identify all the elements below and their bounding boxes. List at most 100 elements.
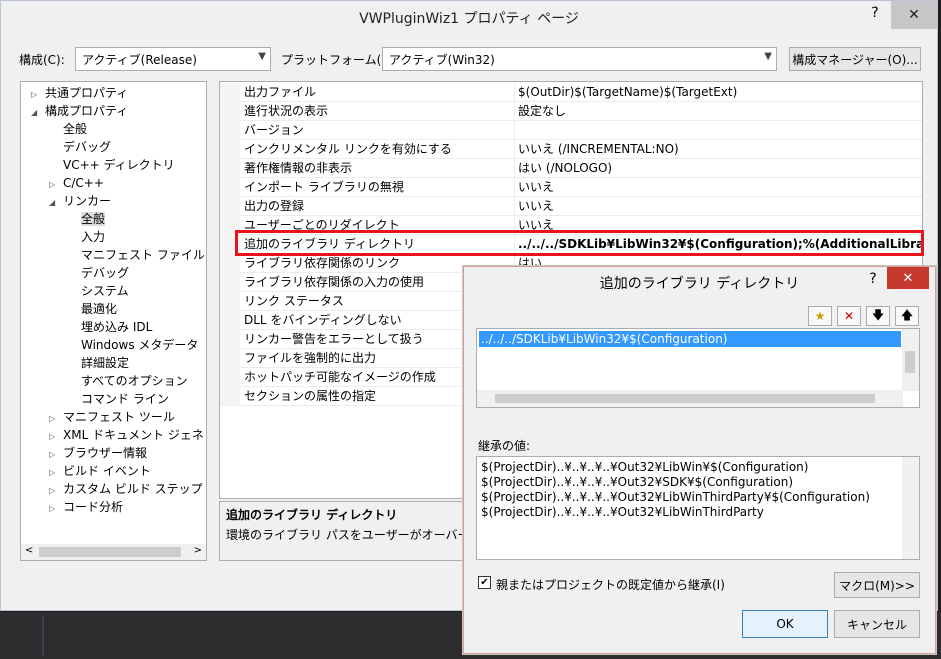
column-separator <box>514 140 515 159</box>
tree-item-label: カスタム ビルド ステップ <box>63 482 203 496</box>
expander-icon[interactable]: ◢ <box>31 104 45 122</box>
description-title: 追加のライブラリ ディレクトリ <box>226 508 398 522</box>
property-name: 著作権情報の非表示 <box>244 161 353 175</box>
tree-item[interactable]: マニフェスト ファイル <box>67 246 205 264</box>
property-value[interactable]: はい (/NOLOGO) <box>518 159 612 177</box>
tree-item[interactable]: ▷ ブラウザー情報 <box>49 444 147 462</box>
property-row[interactable]: インクリメンタル リンクを有効にする いいえ (/INCREMENTAL:NO) <box>220 140 922 159</box>
scroll-thumb[interactable] <box>495 394 875 403</box>
tree-item[interactable]: VC++ ディレクトリ <box>49 156 175 174</box>
property-row[interactable]: バージョン <box>220 121 922 140</box>
tree-item[interactable]: デバッグ <box>67 264 129 282</box>
description-text: 環境のライブラリ パスをユーザーがオーバーライドでき <box>226 528 530 542</box>
chevron-down-icon: ▼ <box>764 51 772 62</box>
horizontal-scrollbar[interactable] <box>477 390 903 407</box>
property-name: 出力の登録 <box>244 199 305 213</box>
inherited-value: $(ProjectDir)..¥..¥..¥..¥Out32¥LibWinThi… <box>481 490 870 504</box>
tree-item[interactable]: システム <box>67 282 129 300</box>
scroll-thumb[interactable] <box>39 547 181 557</box>
tree-item-label: コード分析 <box>63 500 124 514</box>
tree-item-label: 最適化 <box>81 302 118 316</box>
dialog-help-icon[interactable]: ? <box>863 271 883 287</box>
vertical-scrollbar[interactable] <box>902 457 919 559</box>
tree-item[interactable]: ▷ マニフェスト ツール <box>49 408 175 426</box>
vertical-scrollbar[interactable] <box>902 329 919 391</box>
tree-item[interactable]: ◢ 構成プロパティ <box>31 102 128 120</box>
property-row[interactable]: 著作権情報の非表示 はい (/NOLOGO) <box>220 159 922 178</box>
tree-item[interactable]: 埋め込み IDL <box>67 318 152 336</box>
tree-item[interactable]: デバッグ <box>49 138 111 156</box>
property-value[interactable]: 設定なし <box>518 102 566 120</box>
scroll-left-icon[interactable]: < <box>25 545 33 556</box>
tree-item[interactable]: Windows メタデータ <box>67 336 198 354</box>
property-value[interactable]: いいえ (/INCREMENTAL:NO) <box>518 140 679 158</box>
cancel-button[interactable]: キャンセル <box>834 610 920 638</box>
property-value[interactable]: いいえ <box>518 178 554 196</box>
property-name: ライブラリ依存関係のリンク <box>244 256 401 270</box>
tree-item-label: Windows メタデータ <box>81 338 199 352</box>
config-manager-button[interactable]: 構成マネージャー(O)... <box>789 47 921 71</box>
tree-item[interactable]: 入力 <box>67 228 105 246</box>
expander-icon[interactable]: ◢ <box>49 194 63 212</box>
row-gutter <box>220 159 240 178</box>
property-name: セクションの属性の指定 <box>244 389 377 403</box>
property-row[interactable]: インポート ライブラリの無視 いいえ <box>220 178 922 197</box>
tree-item-label: マニフェスト ファイル <box>81 248 205 262</box>
property-name: 出力ファイル <box>244 85 317 99</box>
row-gutter <box>220 311 240 330</box>
ok-button[interactable]: OK <box>742 610 828 638</box>
tree-item[interactable]: ▷XML ドキュメント ジェネレータ <box>49 426 206 444</box>
property-name: DLL をバインディングしない <box>244 313 402 327</box>
column-separator <box>514 102 515 121</box>
tree-item[interactable]: ◢ リンカー <box>49 192 111 210</box>
property-name: インポート ライブラリの無視 <box>244 180 404 194</box>
tree-horizontal-scrollbar[interactable]: < > <box>21 544 206 560</box>
row-gutter <box>220 273 240 292</box>
tree-item-label: 共通プロパティ <box>45 86 129 100</box>
tree-item[interactable]: 最適化 <box>67 300 117 318</box>
column-separator <box>514 197 515 216</box>
chevron-down-icon: ▼ <box>258 51 266 62</box>
property-tree: ▷ 共通プロパティ ◢ 構成プロパティ 全般 デバッグ VC++ ディレクトリ ▷ C/C++ ◢… <box>20 81 207 561</box>
platform-combo[interactable]: アクティブ(Win32) ▼ <box>382 47 777 71</box>
scroll-thumb[interactable] <box>905 351 915 373</box>
inherit-checkbox[interactable]: ✔ <box>478 576 491 589</box>
delete-icon[interactable]: ✕ <box>837 306 861 326</box>
row-gutter <box>220 102 240 121</box>
tree-item[interactable]: 全般 <box>67 210 106 228</box>
property-value[interactable]: $(OutDir)$(TargetName)$(TargetExt) <box>518 83 737 101</box>
row-gutter <box>220 140 240 159</box>
row-gutter <box>220 83 240 102</box>
dialog-close-button[interactable]: ✕ <box>887 267 929 289</box>
tree-item[interactable]: ▷ カスタム ビルド ステップ <box>49 480 203 498</box>
property-row[interactable]: 進行状況の表示 設定なし <box>220 102 922 121</box>
directory-entry[interactable]: ../../../SDKLib¥LibWin32¥$(Configuration… <box>479 331 901 347</box>
close-button[interactable]: ✕ <box>891 1 937 29</box>
tree-item[interactable]: ▷ 共通プロパティ <box>31 84 128 102</box>
macro-button[interactable]: マクロ(M)>> <box>834 572 920 598</box>
tree-item[interactable]: すべてのオプション <box>67 372 188 390</box>
tree-item[interactable]: 全般 <box>49 120 87 138</box>
new-line-icon[interactable]: ★ <box>808 306 832 326</box>
tree-item[interactable]: ▷ C/C++ <box>49 174 104 192</box>
help-icon[interactable]: ? <box>865 5 885 21</box>
inherited-value: $(ProjectDir)..¥..¥..¥..¥Out32¥SDK¥$(Con… <box>481 475 794 489</box>
property-value[interactable]: いいえ <box>518 197 554 215</box>
tree-item[interactable]: 詳細設定 <box>67 354 129 372</box>
tree-item[interactable]: ▷ コード分析 <box>49 498 123 516</box>
config-label: 構成(C): <box>19 53 65 67</box>
move-down-icon[interactable]: 🡇 <box>866 306 890 326</box>
property-row[interactable]: 出力ファイル $(OutDir)$(TargetName)$(TargetExt) <box>220 83 922 102</box>
move-up-icon[interactable]: 🡅 <box>895 306 919 326</box>
tree-item[interactable]: コマンド ライン <box>67 390 169 408</box>
tree-item-label: マニフェスト ツール <box>63 410 175 424</box>
scroll-right-icon[interactable]: > <box>194 545 202 556</box>
directory-list[interactable]: ../../../SDKLib¥LibWin32¥$(Configuration… <box>476 328 920 408</box>
description-panel: 追加のライブラリ ディレクトリ 環境のライブラリ パスをユーザーがオーバーライド… <box>219 501 530 561</box>
property-row[interactable]: 出力の登録 いいえ <box>220 197 922 216</box>
config-combo[interactable]: アクティブ(Release) ▼ <box>75 47 271 71</box>
row-gutter <box>220 254 240 273</box>
tree-item[interactable]: ▷ ビルド イベント <box>49 462 151 480</box>
tree-item-label: 埋め込み IDL <box>81 320 153 334</box>
expander-icon[interactable]: ▷ <box>49 500 63 518</box>
